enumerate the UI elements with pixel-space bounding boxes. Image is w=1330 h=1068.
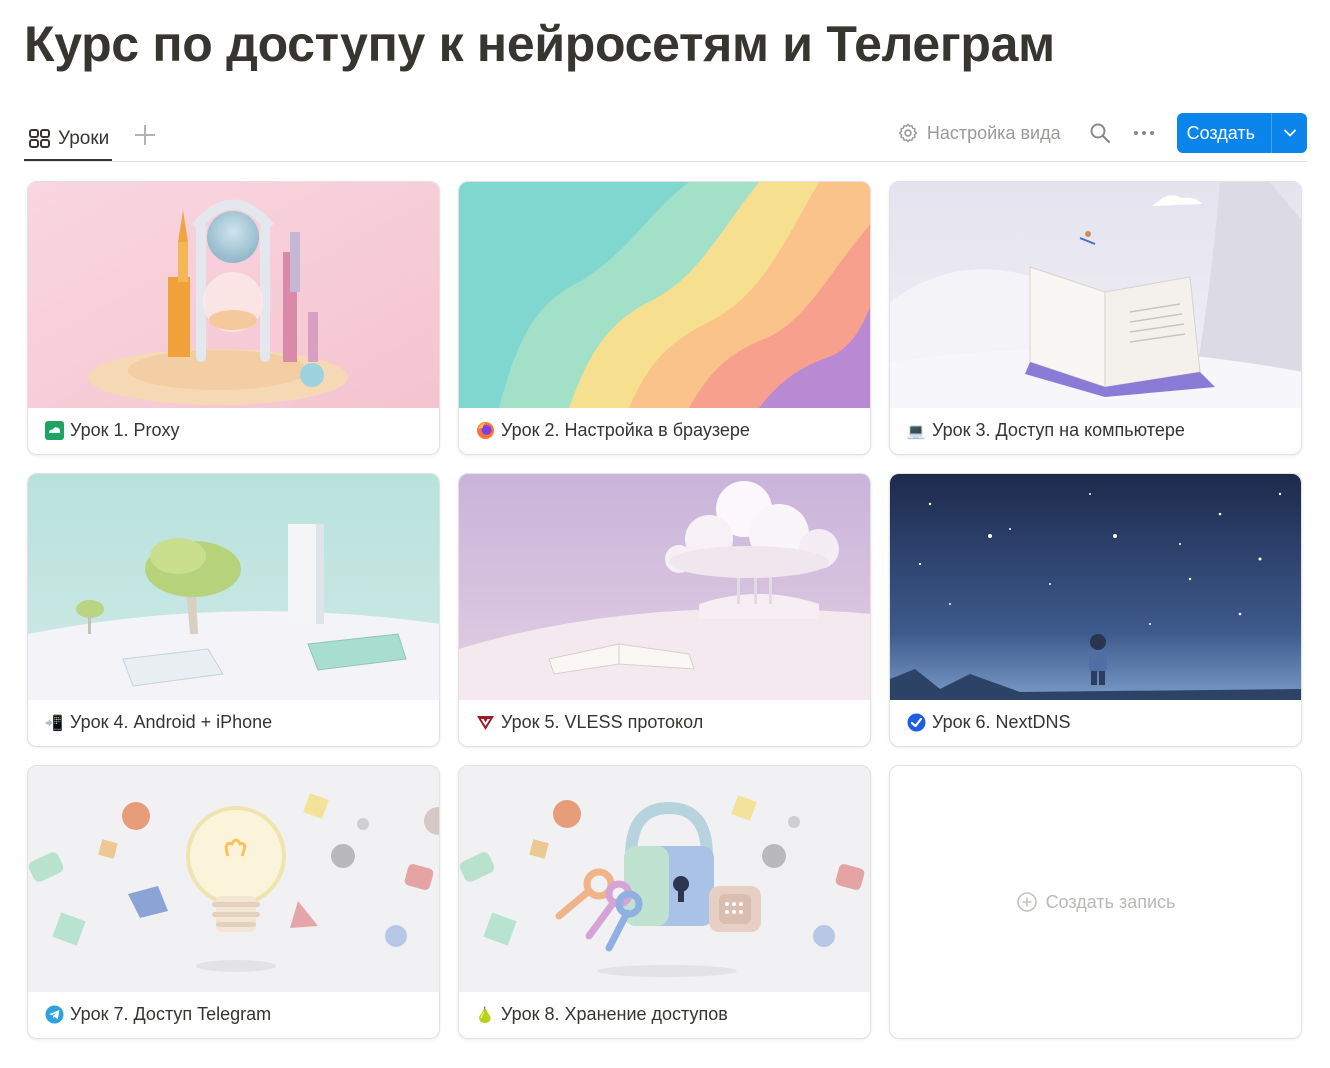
- card-title-text: Урок 6. NextDNS: [932, 712, 1071, 732]
- card-title-text: Урок 7. Доступ Telegram: [70, 1004, 272, 1024]
- more-options-button[interactable]: [1127, 116, 1161, 150]
- card-title-text: Урок 4. Android + iPhone: [70, 712, 273, 732]
- gallery-card-lesson-2[interactable]: Урок 2. Настройка в браузере: [458, 181, 871, 455]
- card-cover-image: [28, 182, 439, 408]
- gallery-card-lesson-7[interactable]: Урок 7. Доступ Telegram: [27, 765, 440, 1039]
- gallery: Урок 1. Proxy Урок 2. Настройка в браузе…: [27, 181, 1303, 1041]
- create-dropdown-button[interactable]: [1271, 113, 1307, 153]
- firefox-icon: [475, 421, 495, 441]
- card-title-text: Урок 2. Настройка в браузере: [501, 420, 750, 440]
- card-cover-image: [890, 182, 1301, 408]
- new-record-card[interactable]: Создать запись: [889, 765, 1302, 1039]
- nextdns-check-icon: [906, 713, 926, 733]
- card-title: Урок 1. Proxy: [44, 420, 180, 441]
- tab-lessons-label: Уроки: [58, 127, 110, 149]
- search-button[interactable]: [1083, 116, 1117, 150]
- card-cover-image: [28, 474, 439, 700]
- card-title: 💻 Урок 3. Доступ на компьютере: [906, 420, 1185, 441]
- mobile-arrow-icon: 📲: [44, 714, 64, 732]
- search-icon: [1090, 123, 1110, 144]
- card-title-text: Урок 5. VLESS протокол: [501, 712, 704, 732]
- gallery-card-lesson-4[interactable]: 📲 Урок 4. Android + iPhone: [27, 473, 440, 747]
- page-title: Курс по доступу к нейросетям и Телеграм: [24, 16, 1055, 72]
- proxy-cloud-icon: [44, 421, 64, 441]
- telegram-icon: [44, 1005, 64, 1025]
- gallery-grid-icon: [29, 128, 50, 148]
- new-record-label: Создать запись: [1045, 891, 1176, 912]
- card-title: Урок 6. NextDNS: [906, 712, 1071, 733]
- card-title: 📲 Урок 4. Android + iPhone: [44, 712, 272, 733]
- card-cover-image: [459, 474, 870, 700]
- card-cover-image: [890, 474, 1301, 700]
- view-settings-button[interactable]: Настройка вида: [897, 122, 1061, 144]
- card-title-text: Урок 8. Хранение доступов: [501, 1004, 728, 1024]
- gear-icon: [898, 123, 918, 143]
- laptop-icon: 💻: [906, 422, 926, 440]
- gallery-card-lesson-6[interactable]: Урок 6. NextDNS: [889, 473, 1302, 747]
- vless-v-icon: [475, 713, 495, 733]
- card-title: 🍐 Урок 8. Хранение доступов: [475, 1004, 728, 1025]
- card-cover-image: [459, 766, 870, 992]
- add-view-button[interactable]: [132, 122, 158, 148]
- gallery-card-lesson-1[interactable]: Урок 1. Proxy: [27, 181, 440, 455]
- gallery-card-lesson-5[interactable]: Урок 5. VLESS протокол: [458, 473, 871, 747]
- card-title-text: Урок 1. Proxy: [70, 420, 180, 440]
- card-title-text: Урок 3. Доступ на компьютере: [932, 420, 1185, 440]
- gallery-card-lesson-3[interactable]: 💻 Урок 3. Доступ на компьютере: [889, 181, 1302, 455]
- plus-icon: [135, 125, 155, 145]
- pear-icon: 🍐: [475, 1006, 495, 1024]
- toolbar: Настройка вида Создать: [897, 113, 1307, 153]
- plus-circle-icon: [1016, 892, 1037, 912]
- gallery-card-lesson-8[interactable]: 🍐 Урок 8. Хранение доступов: [458, 765, 871, 1039]
- tab-lessons[interactable]: Уроки: [24, 118, 112, 161]
- view-settings-label: Настройка вида: [926, 122, 1061, 143]
- card-cover-image: [28, 766, 439, 992]
- more-dots-icon: [1133, 131, 1154, 135]
- card-title: Урок 7. Доступ Telegram: [44, 1004, 271, 1025]
- card-title: Урок 5. VLESS протокол: [475, 712, 703, 733]
- card-title: Урок 2. Настройка в браузере: [475, 420, 750, 441]
- card-cover-image: [459, 182, 870, 408]
- create-button[interactable]: Создать: [1177, 113, 1271, 153]
- view-bar: Уроки Настройка вида Создать: [24, 110, 1307, 162]
- chevron-down-icon: [1283, 129, 1296, 137]
- create-button-group: Создать: [1176, 113, 1307, 153]
